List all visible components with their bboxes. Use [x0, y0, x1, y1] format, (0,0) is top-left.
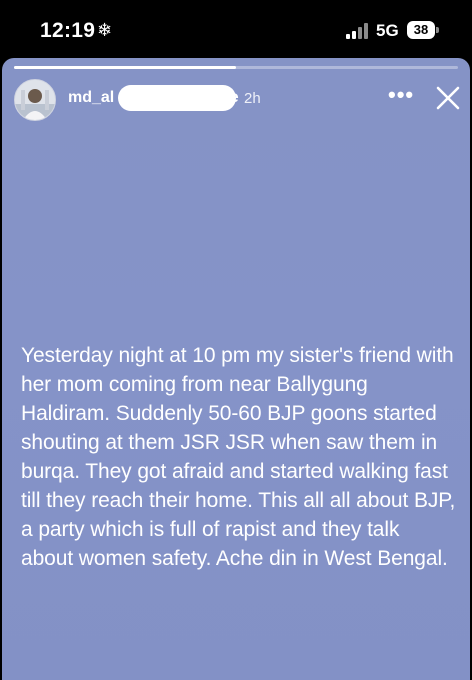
- close-icon[interactable]: [434, 84, 462, 112]
- avatar[interactable]: [14, 79, 56, 121]
- story-text: Yesterday night at 10 pm my sister's fri…: [21, 344, 456, 570]
- story-username-end[interactable]: ue: [220, 89, 239, 107]
- snowflake-icon: ❄: [97, 20, 113, 40]
- phone-screen: 12:19 ❄ 5G 38 md_al ue 2h ••• Yesterday …: [0, 0, 472, 680]
- username-redaction: [118, 85, 236, 111]
- story-progress-track: [14, 66, 458, 69]
- avatar-photo-icon: [15, 80, 55, 120]
- network-type: 5G: [376, 21, 399, 40]
- status-bar: 12:19 ❄ 5G 38: [0, 0, 472, 58]
- story-timestamp: 2h: [244, 90, 261, 107]
- story-progress-fill: [14, 66, 236, 69]
- more-options-icon[interactable]: •••: [388, 84, 413, 108]
- battery-tip: [436, 27, 439, 33]
- signal-bars-icon: [346, 23, 368, 39]
- story-card[interactable]: md_al ue 2h ••• Yesterday night at 10 pm…: [2, 58, 470, 680]
- story-username-start[interactable]: md_al: [68, 89, 114, 107]
- battery-icon: 38: [407, 21, 435, 39]
- status-time: 12:19: [40, 19, 96, 42]
